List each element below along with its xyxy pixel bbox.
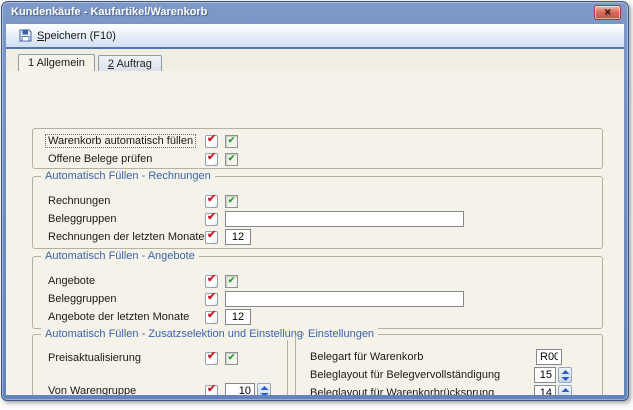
tab-auftrag[interactable]: 2 Auftrag bbox=[98, 55, 162, 71]
group-general: Warenkorb automatisch füllen ✔ ✔ Offene … bbox=[32, 128, 603, 169]
von-warengruppe-spinner[interactable] bbox=[257, 383, 271, 395]
save-button[interactable]: Speichern (F10) bbox=[13, 25, 122, 46]
doc-check-icon[interactable]: ✔ bbox=[205, 195, 218, 208]
tab-allgemein[interactable]: 1 Allgemein bbox=[18, 54, 95, 71]
group-title: Automatisch Füllen - Angebote bbox=[41, 250, 199, 262]
field-label: Beleggruppen bbox=[48, 213, 205, 225]
beleglayout-vervollstaendigung-input[interactable] bbox=[534, 367, 556, 383]
form-row-offene-belege: Offene Belege prüfen ✔ ✔ bbox=[33, 150, 602, 168]
field-label: Angebote bbox=[48, 275, 205, 287]
form-row-belegart: Belegart für Warenkorb bbox=[296, 348, 602, 366]
beleglayout-ruecksprung-input[interactable] bbox=[534, 385, 556, 395]
field-label: Offene Belege prüfen bbox=[48, 153, 205, 165]
group-zusatzselektion: Automatisch Füllen - Zusatzselektion und… bbox=[32, 334, 288, 395]
doc-check-icon[interactable]: ✔ bbox=[205, 352, 218, 365]
screen: Kundenkäufe - Kaufartikel/Warenkorb ✕ Sp… bbox=[0, 0, 633, 410]
save-button-label: Speichern (F10) bbox=[37, 30, 116, 42]
field-label: Beleggruppen bbox=[48, 293, 205, 305]
offene-belege-checkbox[interactable]: ✔ bbox=[225, 153, 238, 166]
beleggruppen-angebote-input[interactable] bbox=[225, 291, 464, 307]
tab-strip: 1 Allgemein 2 Auftrag bbox=[6, 49, 624, 71]
rechnungen-checkbox[interactable]: ✔ bbox=[225, 195, 238, 208]
field-label: Warenkorb automatisch füllen bbox=[48, 134, 205, 148]
form-row-beleggruppen: Beleggruppen ✔ bbox=[33, 290, 602, 308]
doc-check-icon[interactable]: ✔ bbox=[205, 385, 218, 396]
form-row-monate: Rechnungen der letzten Monate ✔ bbox=[33, 228, 602, 246]
beleggruppen-rechnungen-input[interactable] bbox=[225, 211, 464, 227]
form-row-layout-vervollstaendigung: Beleglayout für Belegvervollständigung bbox=[296, 366, 602, 384]
tab-page-allgemein: Warenkorb automatisch füllen ✔ ✔ Offene … bbox=[6, 71, 624, 395]
field-label: Belegart für Warenkorb bbox=[310, 351, 423, 363]
spacer bbox=[33, 367, 287, 382]
group-title: Automatisch Füllen - Rechnungen bbox=[41, 170, 215, 182]
group-title: Automatisch Füllen - Zusatzselektion und… bbox=[41, 328, 319, 340]
preisaktualisierung-checkbox[interactable]: ✔ bbox=[225, 352, 238, 365]
form-row-beleggruppen: Beleggruppen ✔ bbox=[33, 210, 602, 228]
form-row-preisaktualisierung: Preisaktualisierung ✔ ✔ bbox=[33, 349, 287, 367]
warenkorb-checkbox[interactable]: ✔ bbox=[225, 135, 238, 148]
form-row-von-warengruppe: Von Warengruppe ✔ bbox=[33, 382, 287, 395]
field-label: Rechnungen der letzten Monate bbox=[48, 231, 205, 243]
angebote-monate-input[interactable] bbox=[225, 309, 251, 325]
belegart-warenkorb-input[interactable] bbox=[536, 349, 562, 365]
save-floppy-icon bbox=[19, 29, 32, 42]
spinner-arrows-icon bbox=[561, 388, 570, 396]
rechnungen-monate-input[interactable] bbox=[225, 229, 251, 245]
dialog-window: Kundenkäufe - Kaufartikel/Warenkorb ✕ Sp… bbox=[1, 1, 629, 401]
von-warengruppe-input[interactable] bbox=[225, 383, 255, 395]
beleglayout-vervollstaendigung-spinner[interactable] bbox=[558, 367, 572, 383]
form-row-monate: Angebote der letzten Monate ✔ bbox=[33, 308, 602, 326]
doc-check-icon[interactable]: ✔ bbox=[205, 293, 218, 306]
form-row-warenkorb: Warenkorb automatisch füllen ✔ ✔ bbox=[33, 132, 602, 150]
spinner-arrows-icon bbox=[561, 370, 570, 381]
spinner-arrows-icon bbox=[260, 386, 269, 396]
field-label: Von Warengruppe bbox=[48, 385, 205, 395]
doc-check-icon[interactable]: ✔ bbox=[205, 213, 218, 226]
group-rechnungen: Automatisch Füllen - Rechnungen Rechnung… bbox=[32, 176, 603, 249]
titlebar[interactable]: Kundenkäufe - Kaufartikel/Warenkorb ✕ bbox=[2, 2, 628, 23]
doc-check-icon[interactable]: ✔ bbox=[205, 275, 218, 288]
field-label: Angebote der letzten Monate bbox=[48, 311, 205, 323]
close-icon: ✕ bbox=[604, 8, 612, 17]
close-button[interactable]: ✕ bbox=[594, 5, 621, 20]
field-label: Beleglayout für Belegvervollständigung bbox=[310, 369, 500, 381]
window-title: Kundenkäufe - Kaufartikel/Warenkorb bbox=[11, 6, 207, 18]
form-row-layout-ruecksprung: Beleglayout für Warenkorbrücksprung bbox=[296, 384, 602, 395]
angebote-checkbox[interactable]: ✔ bbox=[225, 275, 238, 288]
toolbar: Speichern (F10) bbox=[6, 24, 624, 49]
form-row-angebote: Angebote ✔ ✔ bbox=[33, 272, 602, 290]
form-row-rechnungen: Rechnungen ✔ ✔ bbox=[33, 192, 602, 210]
group-title: Einstellungen bbox=[304, 328, 378, 340]
beleglayout-ruecksprung-spinner[interactable] bbox=[558, 385, 572, 395]
doc-check-icon[interactable]: ✔ bbox=[205, 153, 218, 166]
doc-check-icon[interactable]: ✔ bbox=[205, 231, 218, 244]
doc-check-icon[interactable]: ✔ bbox=[205, 311, 218, 324]
field-label: Beleglayout für Warenkorbrücksprung bbox=[310, 387, 494, 395]
group-einstellungen: Einstellungen Belegart für Warenkorb Bel… bbox=[295, 334, 603, 395]
field-label: Preisaktualisierung bbox=[48, 352, 205, 364]
group-angebote: Automatisch Füllen - Angebote Angebote ✔… bbox=[32, 256, 603, 329]
doc-check-icon[interactable]: ✔ bbox=[205, 135, 218, 148]
field-label: Rechnungen bbox=[48, 195, 205, 207]
window-body: Speichern (F10) 1 Allgemein 2 Auftrag Wa… bbox=[6, 24, 624, 395]
